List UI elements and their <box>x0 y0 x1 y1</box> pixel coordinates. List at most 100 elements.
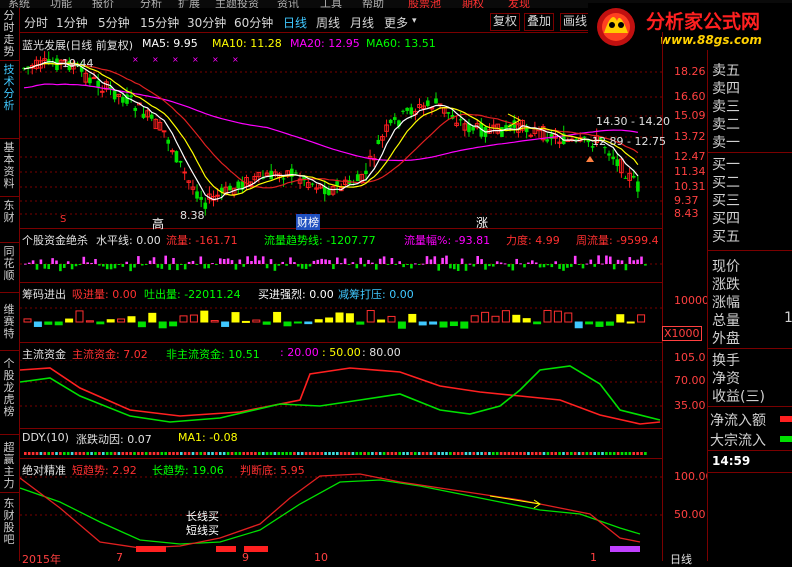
signal-bar <box>610 546 640 552</box>
tab-15min[interactable]: 15分钟 <box>140 14 179 31</box>
fund-bar <box>519 263 522 265</box>
fund-bar <box>593 264 596 267</box>
ddy-bar <box>394 452 398 455</box>
fund-bar <box>581 264 585 269</box>
fund-bar <box>620 260 624 264</box>
chip-bar-chart[interactable] <box>20 300 662 342</box>
candle-body <box>471 126 475 131</box>
candle-body <box>121 96 125 103</box>
price-chart[interactable]: × × × × × × <box>20 32 662 228</box>
menu-extend[interactable]: 扩展 <box>178 0 200 8</box>
chip-bar <box>75 310 84 323</box>
stat-change: 涨跌 <box>712 277 740 293</box>
ddy-chart[interactable] <box>20 444 662 458</box>
candle-body <box>607 153 611 156</box>
candle-body <box>615 159 620 167</box>
ddy-bar <box>441 452 444 455</box>
ddy-bar <box>183 452 187 455</box>
chip-bar <box>96 321 105 325</box>
ddy-bar <box>98 452 101 455</box>
tab-1min[interactable]: 1分钟 <box>56 14 88 31</box>
chip-bar <box>564 312 573 323</box>
menu-function[interactable]: 功能 <box>50 0 72 8</box>
fund-bar <box>453 264 456 270</box>
block-inflow-swatch <box>780 436 792 442</box>
fund-bar <box>102 264 105 267</box>
menu-discover[interactable]: 发现 <box>508 0 530 8</box>
nav-technical[interactable]: 技术分析 <box>1 64 17 112</box>
nav-dragon-tiger[interactable]: 个股龙虎榜 <box>1 358 17 418</box>
fund-bar <box>261 256 265 264</box>
candle-body <box>425 100 430 106</box>
menu-stockpool[interactable]: 股票池 <box>408 0 441 8</box>
fund-bar <box>300 264 304 269</box>
nav-chaoying[interactable]: 超赢主力 <box>1 442 17 490</box>
tab-monthly[interactable]: 月线 <box>350 14 374 31</box>
menu-quote[interactable]: 报价 <box>92 0 114 8</box>
fund-bar <box>476 255 479 264</box>
tab-weekly[interactable]: 周线 <box>316 14 340 31</box>
tab-5min[interactable]: 5分钟 <box>98 14 130 31</box>
y-axis-line <box>662 32 663 561</box>
tab-30min[interactable]: 30分钟 <box>187 14 226 31</box>
nav-tonghuashun[interactable]: 同花顺 <box>1 246 17 282</box>
draw-line-button[interactable]: 画线 <box>560 13 591 31</box>
menu-news[interactable]: 资讯 <box>277 0 299 8</box>
menu-system[interactable]: 系统 <box>8 0 30 8</box>
tab-timeshare[interactable]: 分时 <box>24 14 48 31</box>
price-tick: 15.09 <box>674 109 706 122</box>
fund-flow-chart[interactable] <box>20 246 662 282</box>
signal-bar <box>216 546 236 552</box>
mainfund-chart[interactable] <box>20 360 662 428</box>
ddy-bar <box>453 452 456 455</box>
overlay-button[interactable]: 叠加 <box>524 13 555 31</box>
chip-bar <box>273 311 282 323</box>
stat-earnings: 收益(三) <box>712 389 765 405</box>
fund-bar <box>636 259 639 264</box>
candle-body <box>269 170 273 180</box>
tab-more[interactable]: 更多 <box>384 14 408 31</box>
ddy-bar <box>51 452 54 455</box>
fund-bar <box>378 258 382 264</box>
signal-mark: × <box>172 55 179 64</box>
candle-body <box>574 139 578 141</box>
accuracy-chart[interactable] <box>20 458 662 561</box>
signal-mark: × <box>232 55 239 64</box>
adjust-button[interactable]: 复权 <box>490 13 521 31</box>
fund-bar <box>70 264 74 270</box>
chevron-down-icon[interactable]: ▾ <box>412 16 417 26</box>
ddy-bar <box>187 452 191 455</box>
menu-tools[interactable]: 工具 <box>320 0 342 8</box>
tab-daily[interactable]: 日线 <box>283 14 307 31</box>
ddy-bar <box>250 452 253 455</box>
price-tick: 13.72 <box>674 130 706 143</box>
menu-analysis[interactable]: 分析 <box>140 0 162 8</box>
fund-bar <box>39 259 43 264</box>
nav-timeshare[interactable]: 分时走势 <box>1 10 17 58</box>
nav-dongcai[interactable]: 东财 <box>1 200 17 224</box>
menu-theme[interactable]: 主题投资 <box>215 0 259 8</box>
ddy-bar <box>546 452 550 455</box>
ddy-bar <box>406 452 409 455</box>
nav-weisaite[interactable]: 维赛特 <box>1 304 17 340</box>
nav-guba[interactable]: 东财股吧 <box>1 498 17 546</box>
fund-bar <box>59 264 62 272</box>
fund-bar <box>492 264 495 267</box>
candle-body <box>203 202 208 209</box>
menu-options[interactable]: 期权 <box>462 0 484 8</box>
candle-body <box>393 117 397 120</box>
menu-help[interactable]: 帮助 <box>362 0 384 8</box>
ddy-bar <box>371 452 374 455</box>
fund-bar <box>640 256 643 264</box>
fund-bar <box>27 262 31 264</box>
fund-bar <box>410 264 413 269</box>
fund-bar <box>238 259 242 264</box>
panel-divider <box>20 428 662 429</box>
chip-bar <box>158 321 167 329</box>
ddy-bar <box>113 452 117 455</box>
nav-basic-info[interactable]: 基本资料 <box>1 142 17 190</box>
stat-turnover: 换手 <box>712 353 740 369</box>
ddy-bar <box>464 452 468 455</box>
ddy-bar <box>636 452 639 455</box>
tab-60min[interactable]: 60分钟 <box>234 14 273 31</box>
